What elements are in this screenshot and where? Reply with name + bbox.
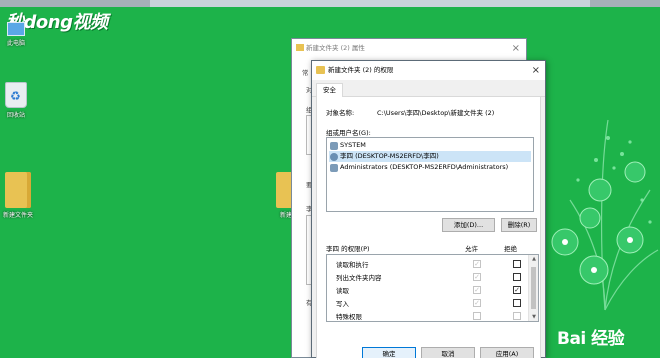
folder-icon — [316, 66, 325, 74]
scroll-thumb[interactable] — [531, 267, 536, 309]
folder-icon — [296, 44, 304, 51]
perm-row-write: 写入 ✓ — [327, 297, 527, 309]
tab-general[interactable]: 常 — [302, 67, 309, 77]
allow-checkbox[interactable] — [473, 312, 481, 320]
perm-name: 写入 — [336, 300, 349, 308]
perm-name: 特殊权限 — [336, 313, 362, 321]
perm-name: 列出文件夹内容 — [336, 274, 382, 282]
list-item-administrators[interactable]: Administrators (DESKTOP-MS2ERFD\Administ… — [329, 162, 508, 173]
deny-checkbox[interactable] — [513, 299, 521, 307]
users-label: 组或用户名(G): — [326, 129, 371, 137]
allow-checkbox[interactable]: ✓ — [473, 273, 481, 281]
list-item-system[interactable]: SYSTEM — [329, 140, 366, 151]
desktop-icon-label: 此电脑 — [6, 40, 25, 47]
desktop-icon-recycle-bin[interactable]: 回收站 — [0, 82, 32, 119]
deny-checkbox[interactable] — [513, 273, 521, 281]
user-icon — [330, 153, 338, 161]
desktop-icon-label: 回收站 — [6, 112, 25, 119]
deny-checkbox[interactable] — [513, 260, 521, 268]
object-name-label: 对象名称: — [326, 109, 355, 117]
permissions-list[interactable]: 读取和执行 ✓ 列出文件夹内容 ✓ 读取 ✓ ✓ 写入 ✓ 特殊权限 ▲ ▼ — [326, 254, 539, 322]
allow-checkbox[interactable]: ✓ — [473, 299, 481, 307]
remove-button[interactable]: 删除(R) — [501, 218, 537, 232]
tab-security[interactable]: 安全 — [316, 83, 343, 98]
permissions-dialog: 新建文件夹 (2) 的权限 × 安全 对象名称: C:\Users\李四\Des… — [311, 60, 546, 358]
scroll-down-icon[interactable]: ▼ — [531, 314, 537, 320]
perm-name: 读取和执行 — [336, 261, 369, 269]
permissions-scrollbar[interactable]: ▲ ▼ — [528, 255, 538, 321]
address-bar — [150, 0, 590, 7]
wallpaper-decoration — [551, 119, 659, 311]
perm-row-read: 读取 ✓ ✓ — [327, 284, 527, 296]
allow-header: 允许 — [465, 245, 478, 253]
perm-name: 读取 — [336, 287, 349, 295]
recycle-bin-icon — [5, 82, 27, 108]
deny-checkbox[interactable] — [513, 312, 521, 320]
add-button[interactable]: 添加(D)... — [442, 218, 495, 232]
apply-button[interactable]: 应用(A) — [480, 347, 534, 358]
user-name: Administrators (DESKTOP-MS2ERFD\Administ… — [340, 163, 509, 171]
permissions-header: 李四 的权限(P) — [326, 245, 370, 253]
object-name-value: C:\Users\李四\Desktop\新建文件夹 (2) — [377, 109, 495, 117]
user-group-icon — [330, 142, 338, 150]
close-icon[interactable]: × — [532, 61, 540, 80]
close-icon[interactable]: × — [512, 39, 520, 58]
deny-header: 拒绝 — [504, 245, 517, 253]
desktop-icon-this-pc[interactable]: 此电脑 — [0, 22, 32, 47]
computer-icon — [7, 22, 25, 36]
ok-button[interactable]: 确定 — [362, 347, 416, 358]
scroll-up-icon[interactable]: ▲ — [531, 256, 537, 262]
user-group-icon — [330, 164, 338, 172]
perm-row-read-execute: 读取和执行 ✓ — [327, 258, 527, 270]
watermark-baidu: Bai 经验 — [557, 329, 625, 349]
allow-checkbox[interactable]: ✓ — [473, 286, 481, 294]
permissions-title: 新建文件夹 (2) 的权限 — [328, 66, 394, 74]
security-panel: 对象名称: C:\Users\李四\Desktop\新建文件夹 (2) 组或用户… — [316, 97, 541, 358]
properties-title: 新建文件夹 (2) 属性 — [306, 44, 365, 52]
list-item-lisi[interactable]: 李四 (DESKTOP-MS2ERFD\李四) — [329, 151, 531, 162]
cancel-button[interactable]: 取消 — [421, 347, 475, 358]
perm-row-list-folder: 列出文件夹内容 ✓ — [327, 271, 527, 283]
browser-top-strip — [0, 0, 660, 7]
users-list[interactable]: SYSTEM 李四 (DESKTOP-MS2ERFD\李四) Administr… — [326, 137, 534, 212]
allow-checkbox[interactable]: ✓ — [473, 260, 481, 268]
properties-title-bar: 新建文件夹 (2) 属性 × — [292, 39, 526, 58]
permissions-title-bar: 新建文件夹 (2) 的权限 × — [312, 61, 545, 80]
desktop-icon-label: 新建文件夹 — [2, 212, 33, 219]
desktop-icon-new-folder[interactable]: 新建文件夹 — [0, 172, 36, 219]
deny-checkbox[interactable]: ✓ — [513, 286, 521, 294]
user-name: SYSTEM — [340, 141, 366, 149]
perm-row-special: 特殊权限 — [327, 310, 527, 321]
user-name: 李四 (DESKTOP-MS2ERFD\李四) — [340, 152, 439, 160]
folder-icon — [5, 172, 31, 208]
tab-strip: 安全 — [312, 80, 545, 98]
